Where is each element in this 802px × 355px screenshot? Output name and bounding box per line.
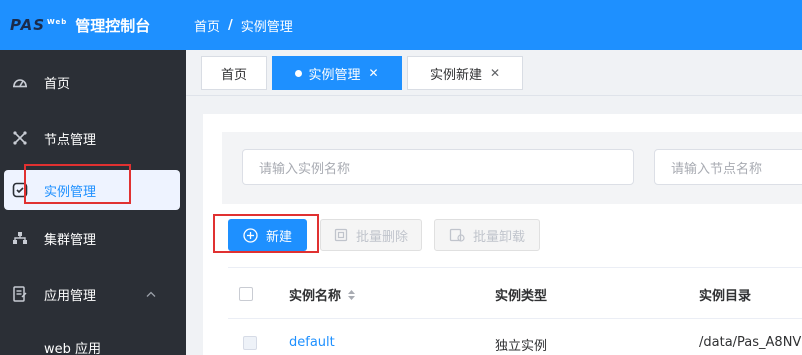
sidebar-subitem-label: web 应用 — [44, 341, 102, 355]
breadcrumb-separator: / — [228, 17, 233, 33]
new-button-label: 新建 — [265, 229, 292, 245]
sidebar-item-instances[interactable]: 实例管理 — [4, 170, 180, 210]
instance-type-cell: 独立实例 — [495, 339, 548, 354]
sidebar-item-apps[interactable]: 应用管理 — [0, 266, 186, 322]
sidebar-item-clusters[interactable]: 集群管理 — [0, 210, 186, 266]
tab-label: 首页 — [220, 67, 247, 83]
sidebar-item-label: 集群管理 — [44, 232, 97, 248]
table-header: 实例名称 实例类型 实例目录 — [228, 267, 802, 319]
sidebar-item-label: 节点管理 — [44, 132, 97, 148]
logo-mark: PAS Web — [10, 16, 68, 34]
nodes-icon — [12, 130, 28, 146]
select-all-checkbox[interactable] — [239, 287, 253, 301]
sidebar-subitem-web-app[interactable]: web 应用 — [0, 322, 186, 355]
column-header-instance-type: 实例类型 — [495, 289, 548, 304]
close-icon[interactable]: ✕ — [490, 66, 500, 80]
sidebar-item-label: 实例管理 — [44, 184, 97, 200]
node-name-input[interactable]: 请输入节点名称 — [654, 149, 802, 185]
new-button[interactable]: 新建 — [228, 219, 307, 251]
instance-name-link[interactable]: default — [289, 335, 335, 350]
row-checkbox[interactable] — [243, 336, 257, 350]
cluster-icon — [12, 230, 28, 246]
instance-dir-cell: /data/Pas_A8NV — [699, 335, 802, 350]
tab-home[interactable]: 首页 — [201, 56, 267, 90]
batch-uninstall-label: 批量卸载 — [472, 229, 525, 245]
top-bar: PAS Web 管理控制台 首页 / 实例管理 — [0, 0, 802, 50]
delete-icon — [334, 228, 348, 242]
active-dot-icon — [295, 69, 303, 77]
app-title: 管理控制台 — [75, 16, 151, 35]
tab-instance-new[interactable]: 实例新建 ✕ — [407, 56, 523, 90]
breadcrumb-current: 实例管理 — [240, 19, 293, 35]
logo[interactable]: PAS Web 管理控制台 — [0, 0, 186, 50]
uninstall-icon — [449, 228, 465, 242]
column-header-instance-name[interactable]: 实例名称 — [289, 285, 356, 304]
breadcrumb: 首页 / 实例管理 — [194, 16, 293, 35]
instance-name-placeholder: 请输入实例名称 — [259, 161, 351, 177]
tab-label: 实例新建 — [429, 67, 482, 83]
breadcrumb-home[interactable]: 首页 — [194, 16, 220, 35]
batch-delete-button[interactable]: 批量删除 — [320, 219, 422, 251]
node-name-placeholder: 请输入节点名称 — [671, 161, 763, 177]
app-icon — [12, 286, 28, 302]
sidebar-item-home[interactable]: 首页 — [0, 54, 186, 110]
sort-icon[interactable] — [347, 289, 356, 301]
close-icon[interactable]: ✕ — [368, 66, 378, 80]
instance-icon — [12, 182, 28, 198]
sidebar-item-label: 首页 — [44, 76, 71, 92]
batch-uninstall-button[interactable]: 批量卸载 — [434, 219, 540, 251]
sidebar-item-nodes[interactable]: 节点管理 — [0, 110, 186, 166]
tab-instance-management[interactable]: 实例管理 ✕ — [272, 56, 402, 90]
table-row: default 独立实例 /data/Pas_A8NV — [228, 320, 802, 355]
instance-name-input[interactable]: 请输入实例名称 — [242, 149, 634, 185]
chevron-up-icon[interactable] — [146, 287, 156, 302]
plus-circle-icon — [243, 227, 258, 243]
tab-label: 实例管理 — [308, 67, 361, 83]
sidebar: 首页 节点管理 实例管理 集群管理 应用管理 web 应用 — [0, 50, 186, 355]
tab-bar: 首页 实例管理 ✕ 实例新建 ✕ — [186, 50, 802, 96]
sidebar-item-label: 应用管理 — [44, 288, 97, 304]
column-header-instance-dir: 实例目录 — [699, 289, 752, 304]
batch-delete-label: 批量删除 — [355, 229, 408, 245]
dashboard-icon — [12, 74, 28, 90]
